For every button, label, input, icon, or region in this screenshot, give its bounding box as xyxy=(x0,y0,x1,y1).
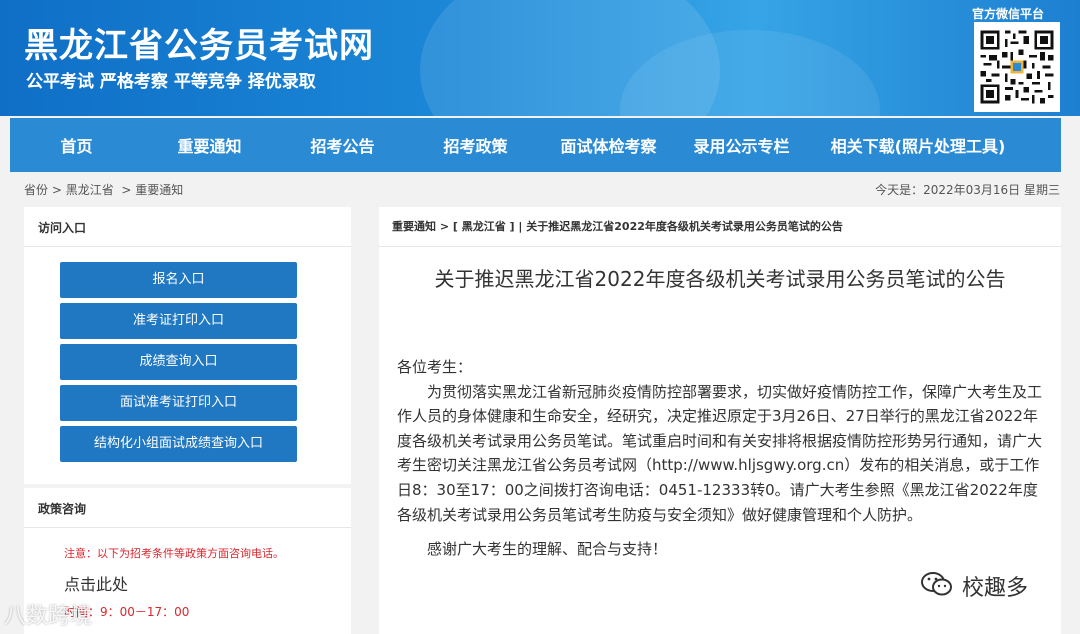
policy-panel-title: 政策咨询 xyxy=(24,488,351,528)
nav-item-policies[interactable]: 招考政策 xyxy=(409,133,542,157)
site-header: 黑龙江省公务员考试网 公平考试 严格考察 平等竞争 择优录取 官方微信平台 xyxy=(0,0,1080,116)
registration-button[interactable]: 报名入口 xyxy=(60,262,297,298)
article-body: 各位考生： 为贯彻落实黑龙江省新冠肺炎疫情防控部署要求，切实做好疫情防控工作，保… xyxy=(397,355,1045,562)
policy-notice: 注意：以下为招考条件等政策方面咨询电话。 xyxy=(64,547,284,560)
article-paragraph: 为贯彻落实黑龙江省新冠肺炎疫情防控部署要求，切实做好疫情防控工作，保障广大考生及… xyxy=(397,382,1043,524)
score-query-button[interactable]: 成绩查询入口 xyxy=(60,344,297,380)
main-nav: 首页 重要通知 招考公告 招考政策 面试体检考察 录用公示专栏 相关下载(照片处… xyxy=(10,118,1061,172)
nav-item-downloads[interactable]: 相关下载(照片处理工具) xyxy=(808,133,1028,157)
watermark-right-label: 校趣多 xyxy=(962,576,1029,601)
nav-item-home[interactable]: 首页 xyxy=(10,133,143,157)
article-title: 关于推迟黑龙江省2022年度各级机关考试录用公务员笔试的公告 xyxy=(434,267,1006,291)
breadcrumb-separator: > xyxy=(51,183,62,197)
qr-code-icon xyxy=(974,22,1060,112)
breadcrumb-notices[interactable]: 重要通知 xyxy=(135,183,183,197)
watermark-left: 八数跨境 xyxy=(4,604,93,629)
interview-ticket-button[interactable]: 面试准考证打印入口 xyxy=(60,385,297,421)
access-panel: 访问入口 报名入口 准考证打印入口 成绩查询入口 面试准考证打印入口 结构化小组… xyxy=(24,207,351,484)
breadcrumb-separator: > xyxy=(121,183,132,197)
site-title[interactable]: 黑龙江省公务员考试网 xyxy=(24,18,374,67)
breadcrumb-heilongjiang[interactable]: 黑龙江省 xyxy=(66,183,114,197)
article-thanks: 感谢广大考生的理解、配合与支持！ xyxy=(427,540,668,559)
watermark-right: 校趣多 xyxy=(920,570,1028,602)
access-panel-title: 访问入口 xyxy=(24,207,351,247)
wechat-icon xyxy=(920,570,954,602)
click-here-link[interactable]: 点击此处 xyxy=(64,571,128,595)
nav-item-announcements[interactable]: 招考公告 xyxy=(276,133,409,157)
nav-item-notices[interactable]: 重要通知 xyxy=(143,133,276,157)
wechat-label: 官方微信平台 xyxy=(972,7,1045,21)
nav-item-publicity[interactable]: 录用公示专栏 xyxy=(675,133,808,157)
site-slogan: 公平考试 严格考察 平等竞争 择优录取 xyxy=(26,72,316,92)
article-greeting: 各位考生： xyxy=(397,358,473,376)
group-interview-score-button[interactable]: 结构化小组面试成绩查询入口 xyxy=(60,426,297,462)
breadcrumb-province[interactable]: 省份 xyxy=(24,183,48,197)
current-date: 今天是：2022年03月16日 星期三 xyxy=(875,183,1060,197)
article-breadcrumb[interactable]: 重要通知 > [ 黑龙江省 ] | 关于推迟黑龙江省2022年度各级机关考试录用… xyxy=(379,207,1061,247)
nav-item-interview[interactable]: 面试体检考察 xyxy=(542,133,675,157)
breadcrumb: 省份 > 黑龙江省 > 重要通知 xyxy=(24,181,183,198)
admission-ticket-button[interactable]: 准考证打印入口 xyxy=(60,303,297,339)
